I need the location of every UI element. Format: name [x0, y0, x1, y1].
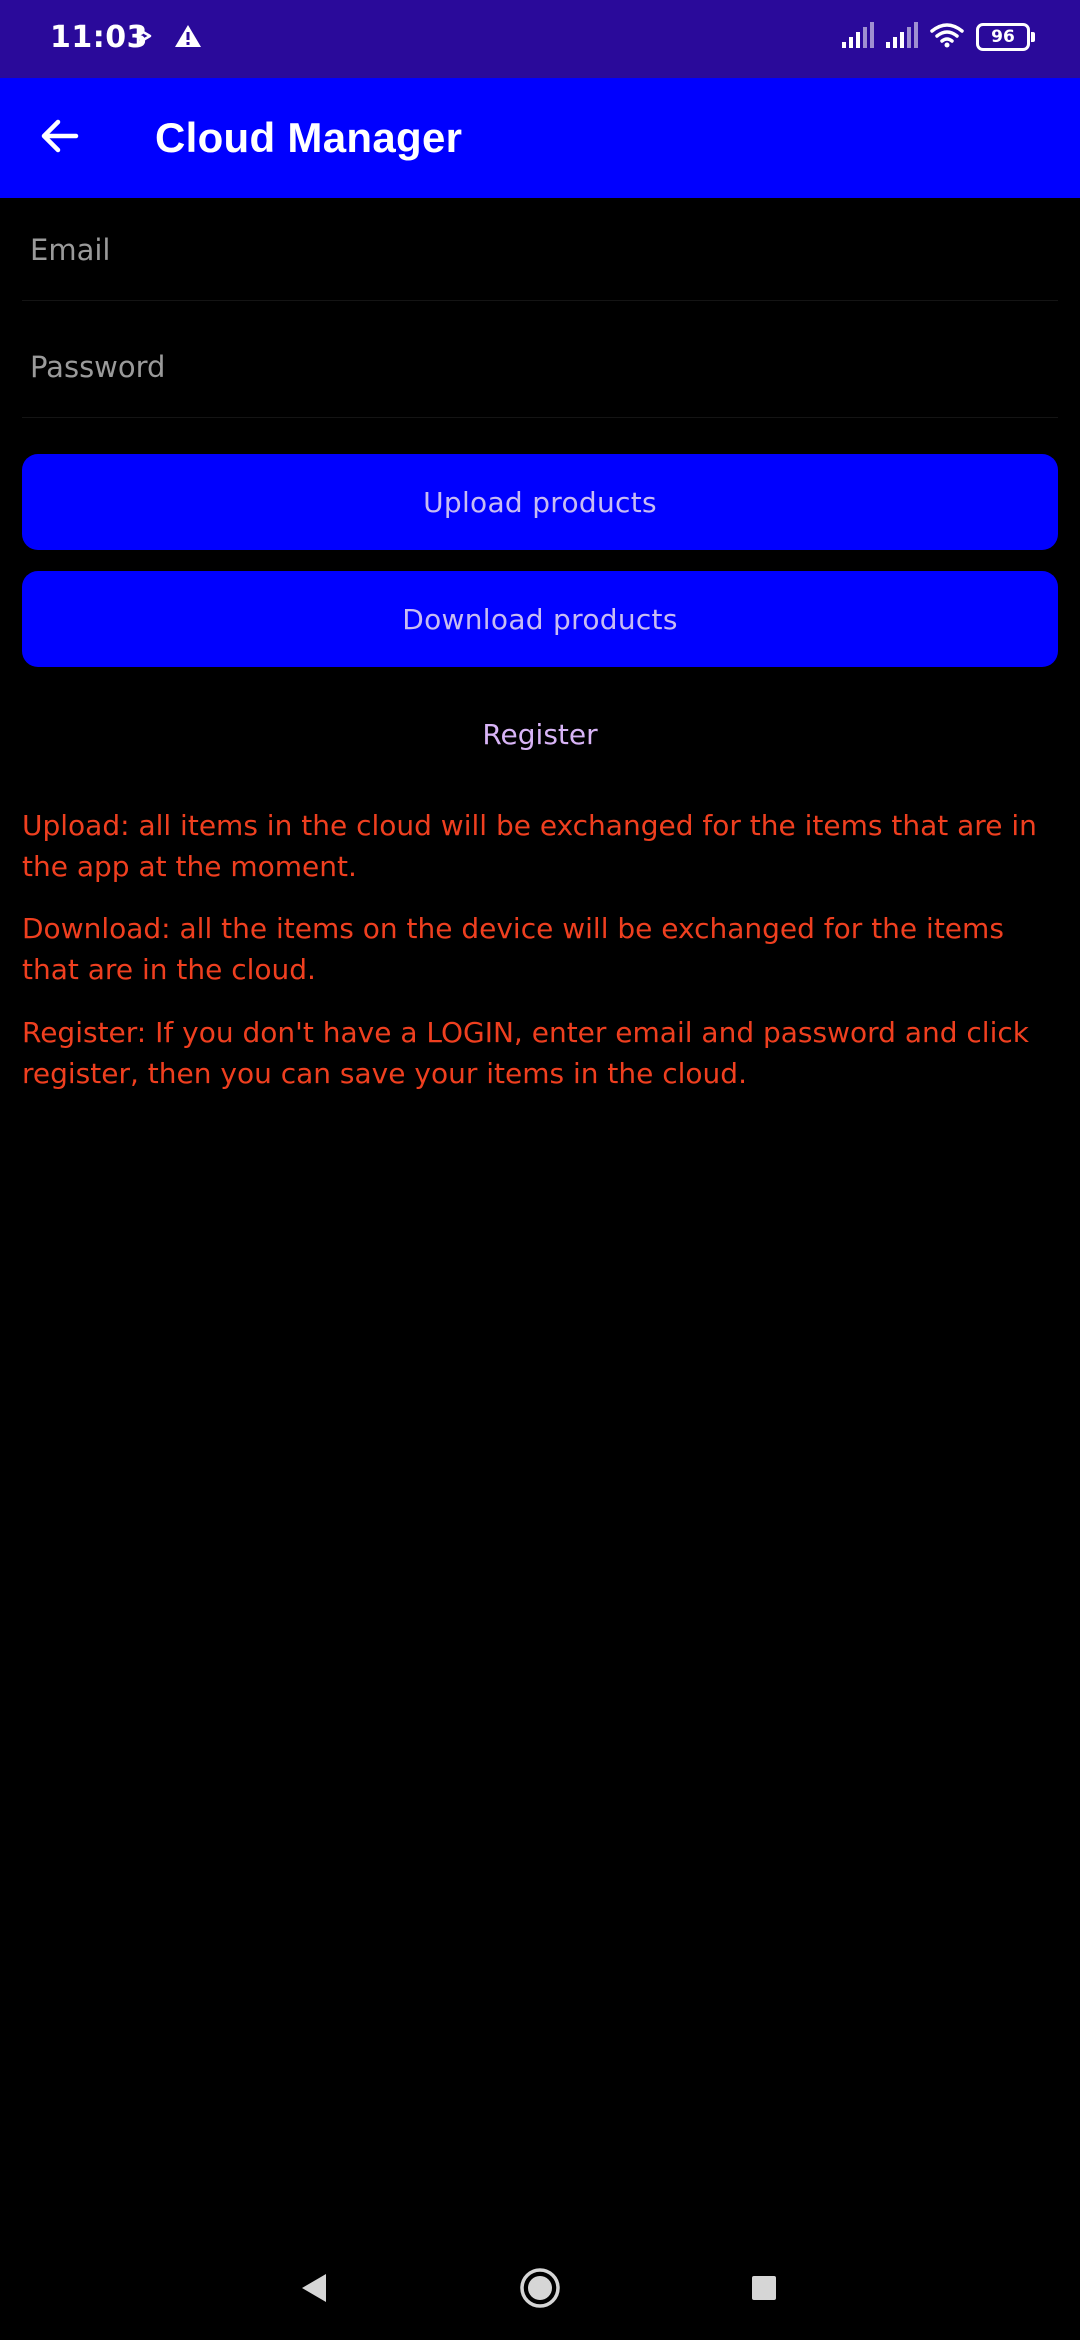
email-field-container — [22, 200, 1058, 301]
password-field-container — [22, 317, 1058, 418]
status-system-icons: 96 — [842, 22, 1035, 52]
page-title: Cloud Manager — [155, 114, 463, 161]
upload-products-button[interactable]: Upload products — [22, 454, 1058, 550]
signal-icon — [886, 22, 918, 52]
status-notification-icons — [136, 24, 202, 52]
signal-icon — [842, 22, 874, 52]
status-bar: 11:03 96 — [0, 0, 1080, 78]
nav-back-button[interactable] — [284, 2260, 344, 2320]
back-button[interactable] — [30, 108, 90, 168]
recents-square-icon — [750, 2274, 778, 2306]
warning-icon — [174, 24, 202, 52]
nav-home-button[interactable] — [510, 2260, 570, 2320]
register-info-text: Register: If you don't have a LOGIN, ent… — [22, 1016, 1029, 1090]
battery-icon: 96 — [976, 23, 1035, 51]
download-info-text: Download: all the items on the device wi… — [22, 912, 1004, 986]
status-time: 11:03 — [50, 20, 148, 55]
app-bar: Cloud Manager — [0, 78, 1080, 198]
download-products-button[interactable]: Download products — [22, 571, 1058, 667]
system-nav-bar — [0, 2240, 1080, 2340]
password-field[interactable] — [22, 317, 1058, 417]
wifi-icon — [930, 22, 964, 52]
home-circle-icon — [519, 2267, 561, 2313]
nav-recents-button[interactable] — [734, 2260, 794, 2320]
register-button[interactable]: Register — [440, 710, 640, 760]
upload-info-text: Upload: all items in the cloud will be e… — [22, 809, 1037, 883]
arrow-left-icon — [40, 118, 80, 158]
email-field[interactable] — [22, 200, 1058, 300]
back-triangle-icon — [299, 2272, 329, 2308]
play-icon — [136, 27, 152, 49]
